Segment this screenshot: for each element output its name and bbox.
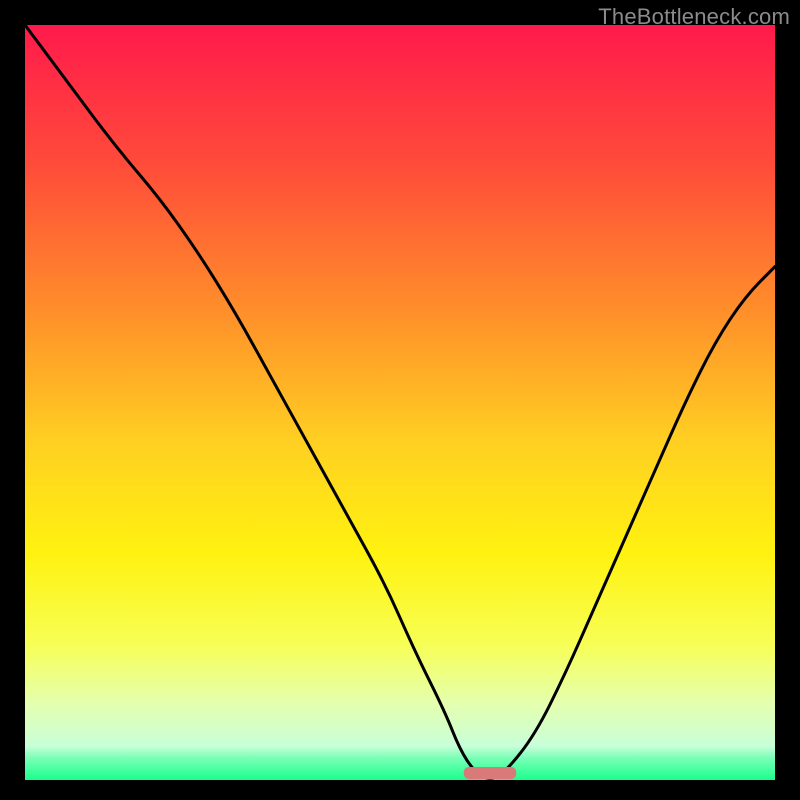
watermark-label: TheBottleneck.com xyxy=(598,4,790,30)
chart-frame: TheBottleneck.com xyxy=(0,0,800,800)
optimal-marker xyxy=(464,767,517,779)
gradient-background xyxy=(25,25,775,780)
bottleneck-chart xyxy=(25,25,775,780)
